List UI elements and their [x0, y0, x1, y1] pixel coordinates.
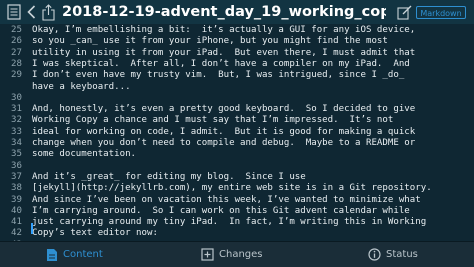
line-number: 32 — [11, 115, 22, 126]
line-number: 42 — [11, 228, 22, 239]
line-text: have a keyboard... — [32, 81, 131, 92]
editor-line: 25 Okay, I’m embellishing a bit: it’s act… — [0, 25, 474, 36]
tab-status[interactable]: Status — [368, 242, 418, 267]
tab-label: Content — [63, 249, 103, 260]
line-text: Copy’s text editor now: — [32, 228, 158, 239]
line-number: 41 — [11, 217, 22, 228]
line-text: [jekyll](http://jekyllrb.com), my entire… — [32, 183, 432, 194]
editor-line: 28 I was skeptical. After all, I don’t ha… — [0, 59, 474, 70]
line-text: ideal for working on code, I admit. But … — [32, 126, 416, 137]
editor-line: 31 And, honestly, it’s even a pretty good… — [0, 104, 474, 115]
info-icon — [368, 248, 381, 261]
changes-icon — [201, 248, 214, 261]
editor-line: 39 And since I’ve been on vacation this w… — [0, 195, 474, 206]
editor-line: 37 And it’s _great_ for editing my blog. … — [0, 172, 474, 183]
line-text: I was skeptical. After all, I don’t have… — [32, 58, 410, 69]
line-number: 31 — [11, 104, 22, 115]
document-icon — [47, 248, 57, 261]
line-number: 30 — [11, 92, 22, 103]
line-number: 38 — [11, 183, 22, 194]
share-icon[interactable] — [41, 3, 55, 21]
line-text: And, honestly, it’s even a pretty good k… — [32, 104, 416, 115]
editor-line: 40 I’m carrying around. So I can work on … — [0, 206, 474, 217]
editor-line: 32 Working Copy a chance and I must say t… — [0, 115, 474, 126]
markdown-button[interactable]: Markdown — [416, 6, 466, 19]
editor-line: 35 some documentation. — [0, 149, 474, 160]
line-number: 39 — [11, 194, 22, 205]
line-text: so you _can_ use it from your iPhone, bu… — [32, 36, 388, 47]
navigation-bar: 2018-12-19-advent_day_19_working_copy.md… — [0, 0, 474, 25]
document-title: 2018-12-19-advent_day_19_working_copy.md — [62, 4, 386, 20]
line-number: 36 — [11, 160, 22, 171]
back-arrow-icon[interactable] — [25, 3, 37, 21]
line-text: utility in using it from your iPad. But … — [32, 47, 416, 58]
line-text: change when you don’t need to compile an… — [32, 138, 416, 148]
editor-line: 41 just carrying around my tiny iPad. In … — [0, 217, 474, 228]
line-number: 33 — [11, 126, 22, 137]
line-text: And it’s _great_ for editing my blog. Si… — [32, 171, 306, 182]
editor-line: 38 [jekyll](http://jekyllrb.com), my enti… — [0, 183, 474, 194]
line-number: 29 — [11, 70, 22, 81]
tab-label: Changes — [219, 249, 263, 260]
line-number: 37 — [11, 171, 22, 182]
document-list-icon[interactable] — [6, 3, 22, 21]
editor-line: have a keyboard... — [0, 82, 474, 93]
line-number: 26 — [11, 36, 22, 47]
tab-bar: Content Changes Status — [0, 241, 474, 267]
line-number: 28 — [11, 58, 22, 69]
text-editor[interactable]: 25 Okay, I’m embellishing a bit: it’s act… — [0, 24, 474, 241]
line-text: just carrying around my tiny iPad. In fa… — [32, 217, 427, 228]
line-text: Okay, I’m embellishing a bit: it’s actua… — [32, 25, 416, 35]
editor-line: 36 — [0, 161, 474, 172]
line-text: some documentation. — [32, 149, 137, 160]
tab-changes[interactable]: Changes — [201, 242, 263, 267]
line-text: Working Copy a chance and I must say tha… — [32, 115, 394, 126]
line-text: I don’t even have my trusty vim. But, I … — [32, 70, 405, 81]
line-number: 35 — [11, 149, 22, 160]
line-text: And since I’ve been on vacation this wee… — [32, 194, 421, 205]
editor-line: 42 Copy’s text editor now: — [0, 228, 474, 239]
editor-line: 29 I don’t even have my trusty vim. But, … — [0, 70, 474, 81]
editor-line: 30 — [0, 93, 474, 104]
text-cursor — [31, 223, 33, 234]
editor-line: 27 utility in using it from your iPad. Bu… — [0, 48, 474, 59]
line-text: I’m carrying around. So I can work on th… — [32, 205, 410, 216]
tab-content[interactable]: Content — [46, 242, 103, 267]
line-number: 25 — [11, 25, 22, 35]
edit-icon[interactable] — [396, 3, 412, 21]
line-number: 34 — [11, 138, 22, 148]
editor-line: 26 so you _can_ use it from your iPhone, … — [0, 36, 474, 47]
line-number: 27 — [11, 47, 22, 58]
tab-label: Status — [386, 249, 418, 260]
editor-line: 34 change when you don’t need to compile … — [0, 138, 474, 149]
line-number: 40 — [11, 205, 22, 216]
editor-line: 33 ideal for working on code, I admit. Bu… — [0, 127, 474, 138]
